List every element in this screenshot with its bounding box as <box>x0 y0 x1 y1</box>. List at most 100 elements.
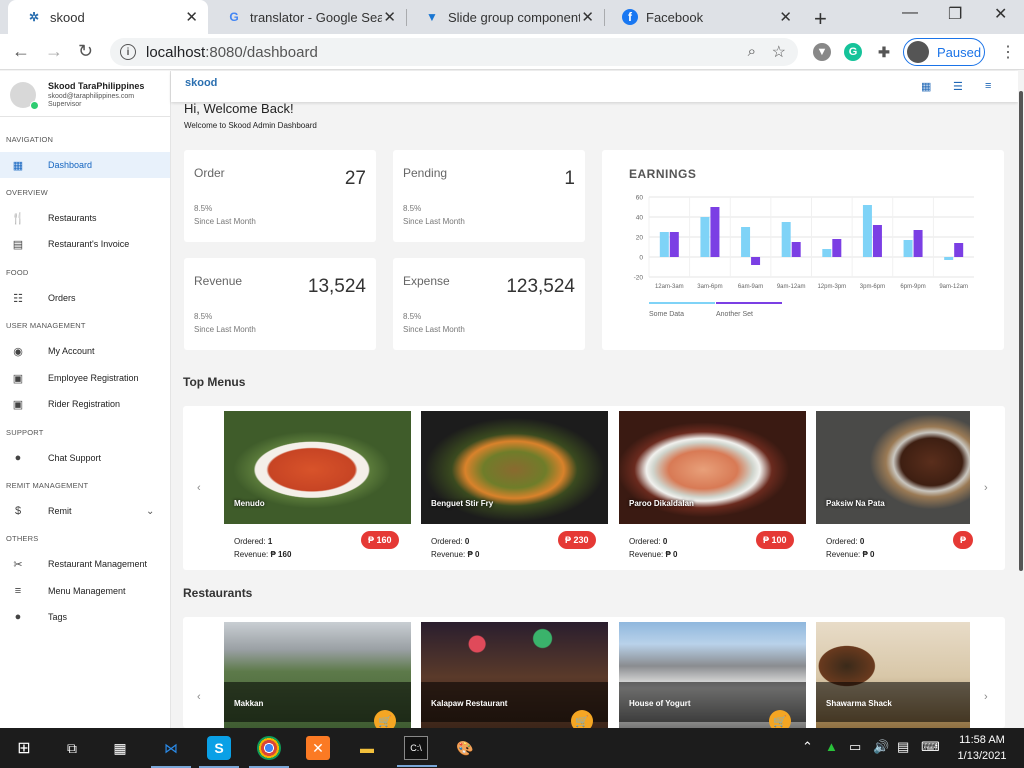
restaurant-card[interactable]: House of Yogurt 🛒 <box>619 622 806 728</box>
terminal-icon[interactable]: C:\ <box>397 736 437 767</box>
reload-icon[interactable]: ↻ <box>78 41 93 62</box>
stat-label: Order <box>194 166 225 180</box>
tray-nvidia-icon[interactable]: ▲ <box>825 739 838 754</box>
section-support: SUPPORT <box>6 428 44 437</box>
cart-icon[interactable]: 🛒 <box>769 710 791 728</box>
skype-icon[interactable]: S <box>199 736 239 768</box>
list-view-icon[interactable]: ☰ <box>953 80 963 93</box>
sidebar-item-remit[interactable]: $ Remit ⌄ <box>0 498 170 524</box>
restaurant-card[interactable]: Kalapaw Restaurant 🛒 <box>421 622 608 728</box>
grid-view-icon[interactable]: ▦ <box>921 80 931 93</box>
chat-bubble-icon: ● <box>14 452 22 464</box>
menu-revenue: Revenue: ₱ 0 <box>431 550 480 559</box>
vscode-icon[interactable]: ⋈ <box>151 736 191 768</box>
tab-vuetify[interactable]: ▼ Slide group component - ✕ <box>406 0 604 34</box>
sidebar-item-tags[interactable]: ● Tags <box>0 604 170 630</box>
menu-revenue: Revenue: ₱ 0 <box>826 550 875 559</box>
store-icon[interactable]: ▦ <box>108 736 132 760</box>
sidebar-item-restaurants[interactable]: 🍴 Restaurants <box>0 205 170 231</box>
file-explorer-icon[interactable]: ▬ <box>355 736 379 760</box>
restaurant-card[interactable]: Makkan 🛒 <box>224 622 411 728</box>
windows-start-icon[interactable]: ⊞ <box>12 736 36 760</box>
carousel-prev-icon[interactable]: ‹ <box>197 691 201 703</box>
chevron-down-icon[interactable]: ⌄ <box>146 506 154 517</box>
browser-tab-bar: ✲ skood ✕ G translator - Google Search ✕… <box>0 0 1024 34</box>
y-tick-label: 60 <box>636 195 644 202</box>
close-tab-icon[interactable]: ✕ <box>779 8 792 26</box>
chart-bar <box>832 239 842 257</box>
xampp-icon[interactable]: ✕ <box>306 736 330 760</box>
user-profile: Skood TaraPhilippines skood@taraphilippi… <box>0 71 171 117</box>
sidebar-item-label: Dashboard <box>48 160 93 170</box>
bookmark-star-icon[interactable]: ☆ <box>772 42 786 62</box>
x-tick-label: 12am-3am <box>655 284 684 290</box>
hamburger-menu-icon[interactable]: ≡ <box>985 80 991 92</box>
sidebar-item-restaurants-invoice[interactable]: ▤ Restaurant's Invoice <box>0 231 170 257</box>
chrome-icon[interactable] <box>249 736 289 768</box>
stat-since: Since Last Month <box>403 217 465 226</box>
restore-icon[interactable]: ❐ <box>948 4 962 24</box>
revenue-label: Revenue: <box>826 550 861 559</box>
paint-icon[interactable]: 🎨 <box>453 736 477 760</box>
carousel-next-icon[interactable]: › <box>984 482 988 494</box>
restaurant-card[interactable]: Shawarma Shack <box>816 622 970 728</box>
tab-skood[interactable]: ✲ skood ✕ <box>8 0 208 34</box>
sidebar-item-my-account[interactable]: ◉ My Account <box>0 338 170 364</box>
sidebar-item-chat-support[interactable]: ● Chat Support <box>0 445 170 471</box>
taskbar-clock[interactable]: 11:58 AM 1/13/2021 <box>952 732 1012 764</box>
y-tick-label: 20 <box>636 235 644 242</box>
tray-chevron-up-icon[interactable]: ⌃ <box>802 739 813 755</box>
x-tick-label: 6am-9am <box>738 284 763 290</box>
cart-icon[interactable]: 🛒 <box>374 710 396 728</box>
task-view-icon[interactable]: ⧉ <box>60 736 84 760</box>
sidebar-item-restaurant-management[interactable]: ✂ Restaurant Management <box>0 551 170 577</box>
url-input[interactable]: i localhost:8080/dashboard ⌕ ☆ <box>110 38 798 66</box>
tab-google-search[interactable]: G translator - Google Search ✕ <box>208 0 406 34</box>
site-info-icon[interactable]: i <box>120 44 136 60</box>
tab-facebook[interactable]: f Facebook ✕ <box>604 0 802 34</box>
sidebar-item-menu-management[interactable]: ≡ Menu Management <box>0 578 170 604</box>
scrollbar-thumb[interactable] <box>1019 91 1023 571</box>
close-window-icon[interactable]: ✕ <box>994 4 1007 24</box>
sidebar-item-employee-registration[interactable]: ▣ Employee Registration <box>0 365 170 391</box>
skood-logo[interactable]: skood <box>185 77 217 89</box>
y-tick-label: 0 <box>639 255 643 262</box>
back-icon[interactable]: ← <box>12 41 30 62</box>
vuetify-extension-icon[interactable]: ▼ <box>813 43 831 61</box>
browser-menu-icon[interactable]: ⋮ <box>1000 42 1016 62</box>
url-host: localhost <box>146 43 206 61</box>
sidebar-item-rider-registration[interactable]: ▣ Rider Registration <box>0 391 170 417</box>
chart-bar <box>872 225 882 257</box>
new-tab-icon[interactable]: + <box>814 6 827 32</box>
tray-network-icon[interactable]: ▭ <box>849 739 861 755</box>
zoom-icon[interactable]: ⌕ <box>748 43 756 60</box>
close-tab-icon[interactable]: ✕ <box>185 8 198 26</box>
tray-ime-icon[interactable]: ▤ <box>897 739 909 755</box>
profile-button[interactable]: Paused <box>903 38 985 66</box>
tray-keyboard-icon[interactable]: ⌨ <box>921 739 940 755</box>
sidebar-item-orders[interactable]: ☷ Orders <box>0 285 170 311</box>
menu-revenue: Revenue: ₱ 0 <box>629 550 678 559</box>
stat-label: Expense <box>403 274 450 288</box>
close-tab-icon[interactable]: ✕ <box>581 8 594 26</box>
y-tick-label: 40 <box>636 215 644 222</box>
minimize-icon[interactable]: — <box>902 4 918 22</box>
ordered-label: Ordered: <box>629 537 661 546</box>
page-scrollbar[interactable] <box>1018 71 1024 728</box>
x-tick-label: 3pm-6pm <box>860 284 885 290</box>
forward-icon[interactable]: → <box>45 41 63 62</box>
stat-card-revenue: Revenue 13,524 8.5% Since Last Month <box>184 258 376 350</box>
carousel-prev-icon[interactable]: ‹ <box>197 482 201 494</box>
cart-icon[interactable]: 🛒 <box>571 710 593 728</box>
stat-since: Since Last Month <box>403 325 465 334</box>
close-tab-icon[interactable]: ✕ <box>383 8 396 26</box>
extensions-puzzle-icon[interactable]: ✚ <box>875 43 893 61</box>
grammarly-extension-icon[interactable]: G <box>844 43 862 61</box>
tray-volume-icon[interactable]: 🔊 <box>873 739 889 755</box>
revenue-value: ₱ 0 <box>467 550 480 559</box>
sidebar-item-dashboard[interactable]: ▦ Dashboard <box>0 152 170 178</box>
carousel-next-icon[interactable]: › <box>984 691 988 703</box>
revenue-value: ₱ 160 <box>270 550 292 559</box>
price-badge: ₱ <box>953 531 974 549</box>
app-header: skood ▦ ☰ ≡ <box>171 71 1018 102</box>
